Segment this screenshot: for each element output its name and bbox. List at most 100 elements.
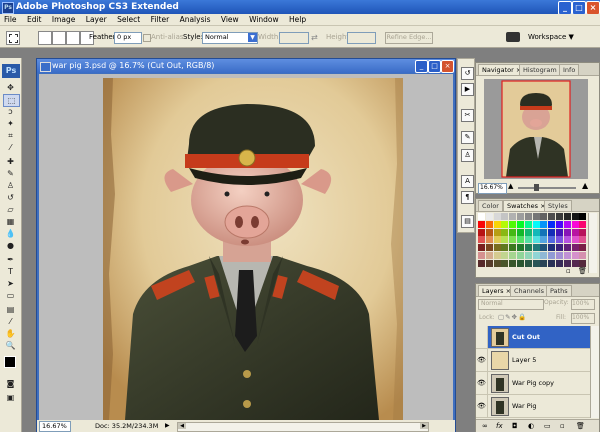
color-swatch[interactable] [501, 244, 509, 252]
color-swatch[interactable] [501, 259, 509, 267]
color-swatch[interactable] [532, 236, 540, 244]
color-swatch[interactable] [556, 259, 563, 267]
color-swatch[interactable] [524, 252, 532, 259]
color-swatch[interactable] [509, 252, 517, 259]
color-swatch[interactable] [571, 259, 579, 267]
menu-filter[interactable]: Filter [151, 15, 170, 24]
color-swatch[interactable] [548, 252, 556, 259]
notes-tool-icon[interactable]: ▤ [3, 304, 18, 315]
color-swatch[interactable] [579, 228, 587, 236]
layer-row-cut-out[interactable]: Cut Out [488, 326, 590, 349]
navigator-zoom-field[interactable]: 16.67% [478, 183, 507, 194]
path-selection-icon[interactable]: ➤ [3, 278, 18, 289]
doc-maximize-button[interactable]: □ [428, 60, 441, 73]
menu-view[interactable]: View [221, 15, 239, 24]
blend-mode-select[interactable]: Normal [478, 299, 544, 310]
color-swatch[interactable] [571, 244, 579, 252]
eye-icon[interactable]: 👁 [476, 395, 488, 418]
adjustment-icon[interactable]: ◐ [528, 420, 534, 432]
color-swatch[interactable] [478, 228, 485, 236]
color-swatch[interactable] [509, 228, 517, 236]
refine-edge-button[interactable]: Refine Edge... [385, 32, 433, 44]
tab-info[interactable]: Info [559, 64, 580, 75]
eraser-tool-icon[interactable]: ▱ [3, 204, 18, 215]
tab-styles[interactable]: Styles [544, 200, 572, 211]
color-swatch[interactable] [485, 228, 493, 236]
color-swatch[interactable] [517, 252, 524, 259]
color-swatch[interactable] [563, 252, 571, 259]
color-swatch[interactable] [501, 213, 509, 220]
color-swatch[interactable] [493, 252, 501, 259]
color-swatch[interactable] [563, 259, 571, 267]
tab-histogram[interactable]: Histogram [519, 64, 561, 75]
menu-edit[interactable]: Edit [27, 15, 42, 24]
color-swatch[interactable] [478, 236, 485, 244]
color-swatch[interactable] [571, 220, 579, 228]
color-swatch[interactable] [509, 259, 517, 267]
menu-window[interactable]: Window [249, 15, 279, 24]
shape-tool-icon[interactable]: ▭ [3, 290, 18, 301]
color-swatch[interactable] [532, 213, 540, 220]
antialias-checkbox[interactable] [143, 34, 151, 42]
color-swatch[interactable] [485, 259, 493, 267]
color-swatch[interactable] [571, 228, 579, 236]
color-swatch[interactable] [556, 220, 563, 228]
color-swatch[interactable] [579, 220, 587, 228]
layer-row-layer-5[interactable]: Layer 5 [488, 349, 590, 372]
tab-paths[interactable]: Paths [546, 285, 572, 296]
new-swatch-icon[interactable]: ▫ [566, 267, 571, 275]
width-input[interactable] [279, 32, 309, 44]
zoom-tool-icon[interactable]: 🔍 [3, 340, 18, 351]
color-swatch[interactable] [579, 259, 587, 267]
history-icon[interactable]: ↺ [461, 67, 474, 80]
trash-icon[interactable]: 🗑 [578, 267, 587, 275]
color-swatch[interactable] [517, 236, 524, 244]
color-swatch[interactable] [556, 236, 563, 244]
move-tool-icon[interactable]: ✥ [3, 82, 18, 93]
quick-mask-icon[interactable]: ◙ [3, 378, 18, 389]
zoom-out-icon[interactable]: ▲ [508, 182, 513, 190]
workspace-menu[interactable]: Workspace ▼ [528, 30, 574, 44]
color-swatch[interactable] [478, 252, 485, 259]
color-swatch[interactable] [485, 220, 493, 228]
color-swatch[interactable] [493, 236, 501, 244]
color-swatch[interactable] [532, 252, 540, 259]
fill-input[interactable]: 100% [571, 313, 595, 324]
color-swatch[interactable] [556, 252, 563, 259]
menu-file[interactable]: File [4, 15, 17, 24]
color-swatch[interactable] [524, 220, 532, 228]
minimize-button[interactable]: _ [558, 1, 572, 15]
foreground-color-swatch[interactable] [4, 356, 16, 368]
color-swatch[interactable] [478, 259, 485, 267]
color-swatch[interactable] [548, 236, 556, 244]
color-swatch[interactable] [563, 220, 571, 228]
color-swatch[interactable] [517, 244, 524, 252]
color-swatch[interactable] [579, 213, 587, 220]
doc-close-button[interactable]: × [441, 60, 454, 73]
color-swatch[interactable] [501, 228, 509, 236]
menu-layer[interactable]: Layer [86, 15, 107, 24]
color-swatch[interactable] [478, 220, 485, 228]
color-swatch[interactable] [478, 244, 485, 252]
color-swatch[interactable] [540, 252, 548, 259]
crop-tool-icon[interactable]: ⌗ [3, 130, 18, 141]
layer-comps-icon[interactable]: ▤ [461, 215, 474, 228]
height-input[interactable] [347, 32, 376, 44]
feather-input[interactable]: 0 px [114, 32, 142, 44]
color-swatch[interactable] [493, 259, 501, 267]
navigator-preview[interactable] [484, 79, 588, 179]
hand-tool-icon[interactable]: ✋ [3, 328, 18, 339]
history-brush-icon[interactable]: ↺ [3, 192, 18, 203]
color-swatch[interactable] [524, 236, 532, 244]
eyedropper-icon[interactable]: ⁄ [3, 316, 18, 327]
color-swatch[interactable] [579, 244, 587, 252]
color-swatch[interactable] [493, 228, 501, 236]
color-swatch[interactable] [509, 244, 517, 252]
color-swatch[interactable] [493, 244, 501, 252]
paragraph-icon[interactable]: ¶ [461, 191, 474, 204]
zoom-field[interactable]: 16.67% [39, 421, 71, 432]
slice-tool-icon[interactable]: ⁄ [3, 142, 18, 153]
brush-tool-icon[interactable]: ✎ [3, 168, 18, 179]
zoom-in-icon[interactable]: ▲ [582, 181, 588, 190]
clone-source-icon[interactable]: ♙ [461, 149, 474, 162]
